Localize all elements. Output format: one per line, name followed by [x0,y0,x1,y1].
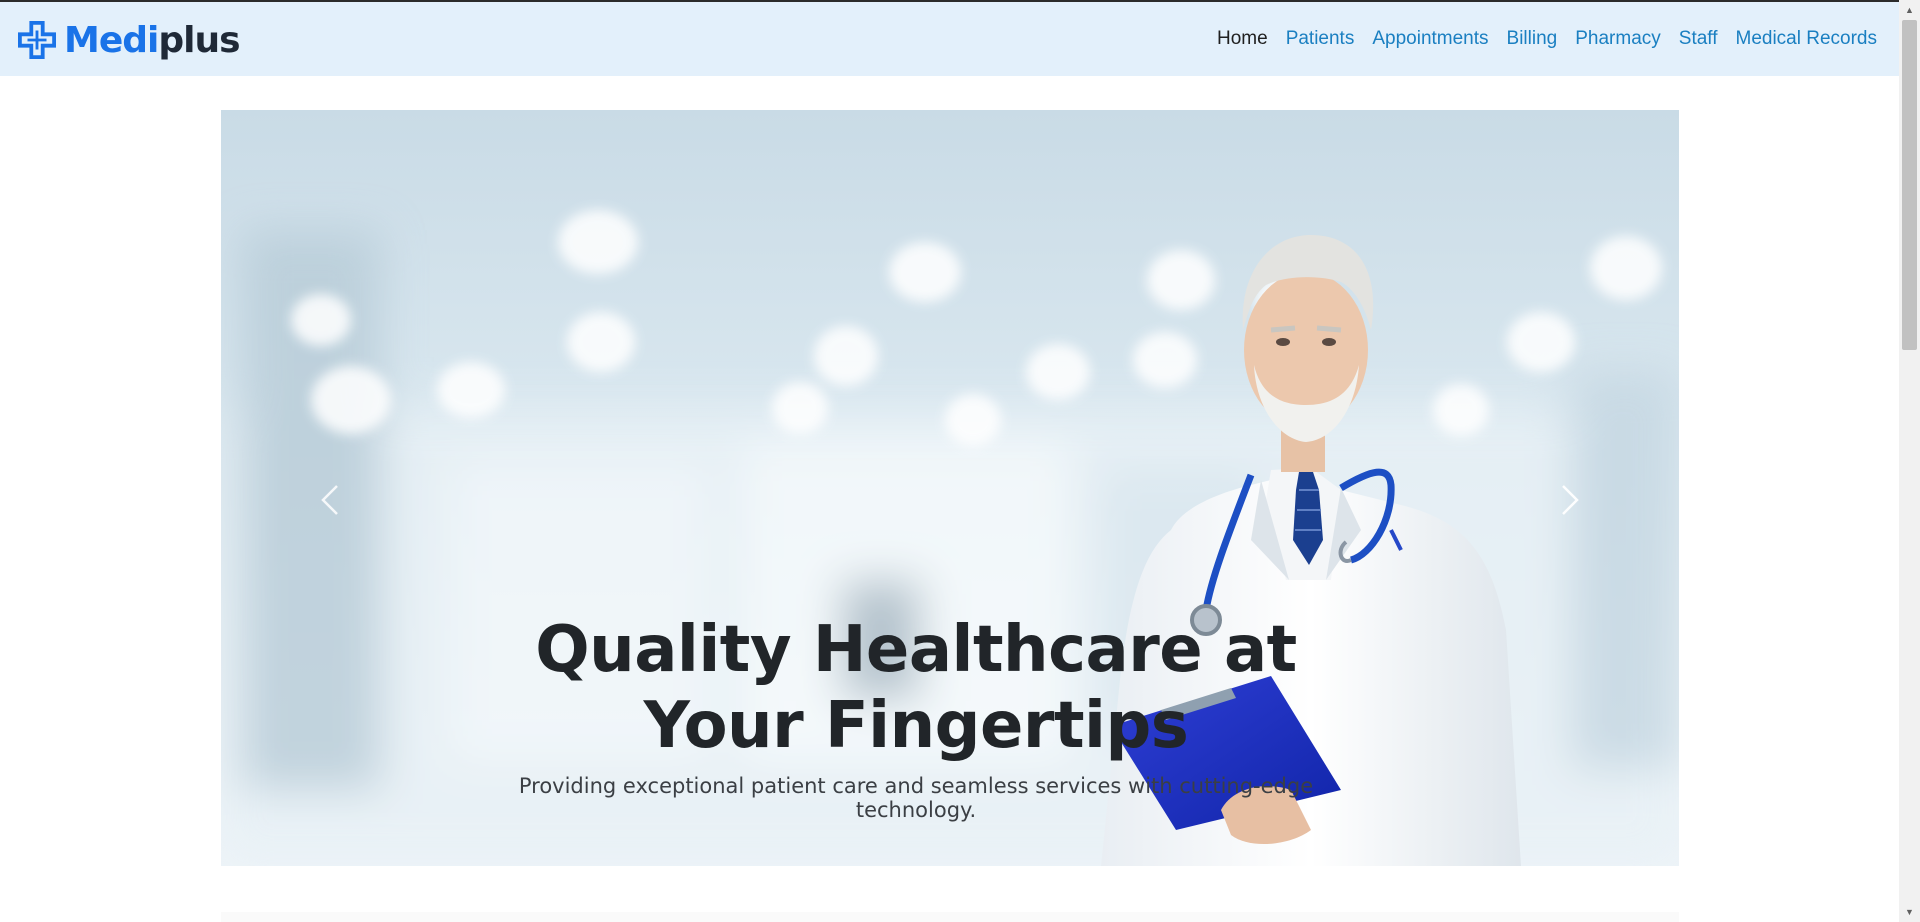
medical-cross-icon [18,21,56,59]
hero-title: Quality Healthcare at Your Fingertips [535,613,1297,763]
chevron-left-icon [321,485,338,515]
scrollbar-thumb[interactable] [1902,20,1917,350]
carousel-next-button[interactable] [1539,470,1599,530]
page-scrollbar[interactable]: ▲ ▼ [1899,0,1920,922]
chevron-right-icon [1562,485,1579,515]
scroll-down-arrow-icon[interactable]: ▼ [1899,906,1920,918]
nav-medical-records[interactable]: Medical Records [1736,28,1878,50]
carousel-prev-button[interactable] [301,470,361,530]
brand-name-part2: plus [158,19,240,61]
brand-logo[interactable]: Mediplus [18,18,241,62]
nav-billing[interactable]: Billing [1507,28,1558,50]
brand-name: Mediplus [64,19,241,61]
hero-carousel: Quality Healthcare at Your Fingertips Pr… [221,110,1679,866]
next-section-edge [221,912,1679,922]
navbar: Mediplus Home Patients Appointments Bill… [0,2,1899,76]
hero-subtitle: Providing exceptional patient care and s… [518,774,1314,822]
nav-pharmacy[interactable]: Pharmacy [1575,28,1661,50]
hero-caption: Quality Healthcare at Your Fingertips Pr… [221,110,1679,866]
brand-name-part1: Medi [64,19,159,61]
scroll-up-arrow-icon[interactable]: ▲ [1899,4,1920,16]
nav-appointments[interactable]: Appointments [1372,28,1488,50]
nav-staff[interactable]: Staff [1679,28,1718,50]
main-nav: Home Patients Appointments Billing Pharm… [1199,28,1877,50]
nav-patients[interactable]: Patients [1286,28,1355,50]
nav-home[interactable]: Home [1217,28,1268,50]
